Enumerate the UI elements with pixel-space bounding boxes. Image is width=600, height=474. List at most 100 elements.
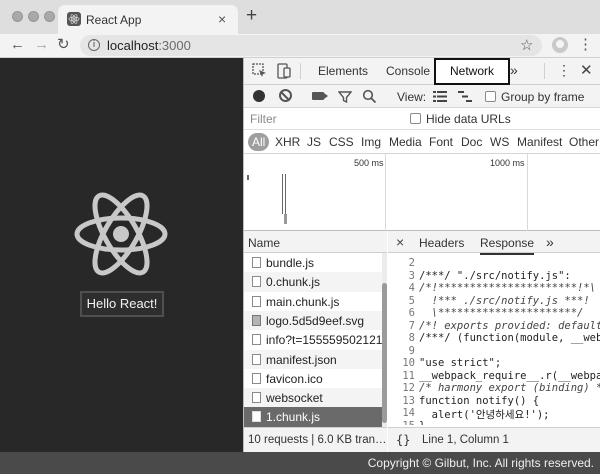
browser-menu-icon[interactable]: ⋮ — [578, 35, 593, 55]
group-by-frame-label: Group by frame — [501, 90, 585, 104]
code-line: 14 alert('안녕하세요!'); — [402, 407, 550, 421]
url-text: localhost:3000 — [107, 38, 191, 53]
code-line: 11 __webpack_require__.r(__webpa — [402, 369, 600, 382]
page-viewport: Hello React! — [0, 58, 243, 452]
inspect-element-icon[interactable] — [252, 63, 268, 79]
code-line: 3/***/ "./src/notify.js": — [408, 269, 571, 282]
clear-icon[interactable] — [279, 89, 292, 102]
tab-title: React App — [86, 13, 142, 27]
more-detail-tabs-icon[interactable]: » — [546, 234, 554, 250]
scrollbar-thumb[interactable] — [382, 283, 387, 423]
tab-console[interactable]: Console — [386, 64, 430, 78]
react-favicon-icon — [67, 12, 81, 26]
request-row[interactable]: manifest.json — [244, 349, 382, 369]
detail-tabbar: × Headers Response » — [388, 231, 600, 255]
request-row-selected[interactable]: 1.chunk.js — [244, 407, 382, 427]
request-row[interactable]: main.chunk.js — [244, 292, 382, 311]
filter-bar: Filter Hide data URLs — [244, 108, 600, 130]
address-bar[interactable]: i localhost:3000 ☆ — [80, 35, 542, 56]
type-filter-img[interactable]: Img — [361, 135, 381, 149]
request-row[interactable]: logo.5d5d9eef.svg — [244, 310, 382, 331]
file-icon — [252, 392, 261, 404]
copyright-banner: Copyright © Gilbut, Inc. All rights rese… — [0, 452, 600, 474]
bookmark-star-icon[interactable]: ☆ — [520, 36, 533, 54]
name-column-header[interactable]: Name — [244, 231, 387, 253]
new-tab-button[interactable]: + — [246, 6, 257, 26]
back-button[interactable]: ← — [10, 35, 25, 55]
timeline-label-500ms: 500 ms — [354, 158, 384, 168]
copyright-text: Copyright © Gilbut, Inc. All rights rese… — [367, 456, 594, 470]
devtools-tabbar: Elements Console Network » ⋮ ✕ — [244, 58, 600, 85]
network-timeline-overview[interactable]: 500 ms 1000 ms — [244, 154, 600, 231]
search-icon[interactable] — [362, 89, 377, 104]
code-line: 2 — [408, 257, 415, 269]
tab-close-icon[interactable]: × — [218, 11, 226, 27]
filter-input[interactable]: Filter — [248, 111, 374, 128]
type-filter-media[interactable]: Media — [389, 135, 422, 149]
code-line: 8/***/ (function(module, __web — [408, 332, 600, 344]
type-filter-manifest[interactable]: Manifest — [517, 135, 562, 149]
request-list-scrollbar[interactable] — [382, 253, 387, 427]
type-filter-doc[interactable]: Doc — [461, 135, 482, 149]
code-line: 5 !*** ./src/notify.js ***! — [408, 294, 590, 307]
code-line: 9 — [408, 344, 415, 357]
type-filter-css[interactable]: CSS — [329, 135, 354, 149]
response-code-view[interactable]: 2 3/***/ "./src/notify.js": 4/*!********… — [388, 257, 600, 425]
profile-avatar[interactable] — [552, 37, 568, 53]
hello-react-button[interactable]: Hello React! — [80, 291, 164, 317]
tab-elements[interactable]: Elements — [318, 64, 368, 78]
timeline-label-1000ms: 1000 ms — [490, 158, 525, 168]
hide-data-urls-checkbox[interactable] — [410, 113, 421, 124]
window-close-light[interactable] — [12, 11, 23, 22]
file-icon — [252, 276, 261, 288]
type-filter-all[interactable]: All — [248, 133, 270, 151]
screenshot-camera-icon[interactable] — [312, 92, 328, 100]
resource-type-filter: All XHR JS CSS Img Media Font Doc WS Man… — [244, 130, 600, 154]
waterfall-overview-icon[interactable] — [458, 91, 472, 102]
image-icon — [252, 314, 261, 326]
reload-button[interactable]: ↻ — [57, 35, 70, 55]
file-icon — [252, 372, 261, 384]
type-filter-js[interactable]: JS — [307, 135, 321, 149]
request-row[interactable]: 0.chunk.js — [244, 272, 382, 292]
code-line: 4/*!**********************!*\ — [408, 282, 597, 294]
tab-headers[interactable]: Headers — [419, 236, 464, 250]
window-zoom-light[interactable] — [44, 11, 55, 22]
browser-toolbar: ← → ↻ i localhost:3000 ☆ ⋮ — [0, 34, 600, 58]
timeline-request-mark — [285, 174, 286, 214]
request-row[interactable]: info?t=1555595021217 — [244, 330, 387, 349]
code-line: 13 function notify() { — [402, 394, 540, 407]
type-filter-other[interactable]: Other — [569, 135, 599, 149]
site-info-icon[interactable]: i — [88, 39, 100, 51]
network-toolbar: View: Group by frame — [244, 85, 600, 108]
devtools-menu-icon[interactable]: ⋮ — [557, 62, 571, 79]
record-icon[interactable] — [253, 90, 265, 102]
timeline-request-mark — [282, 174, 283, 214]
file-icon — [252, 411, 261, 423]
type-filter-font[interactable]: Font — [429, 135, 453, 149]
more-tabs-icon[interactable]: » — [510, 62, 518, 78]
close-detail-icon[interactable]: × — [396, 234, 404, 250]
tab-response[interactable]: Response — [480, 236, 535, 255]
toolbar-divider — [544, 63, 545, 79]
timeline-request-mark — [247, 175, 249, 180]
request-row[interactable]: websocket — [244, 388, 382, 408]
browser-tab[interactable]: React App × — [58, 5, 238, 34]
timeline-gridline — [527, 154, 528, 231]
type-filter-xhr[interactable]: XHR — [275, 135, 300, 149]
type-filter-ws[interactable]: WS — [490, 135, 509, 149]
group-by-frame-checkbox[interactable] — [485, 91, 496, 102]
window-minimize-light[interactable] — [28, 11, 39, 22]
request-row[interactable]: bundle.js — [244, 253, 382, 272]
forward-button[interactable]: → — [34, 35, 49, 55]
tab-network[interactable]: Network — [434, 58, 510, 85]
device-toolbar-icon[interactable] — [276, 63, 292, 79]
response-pane: × Headers Response » 2 3/***/ "./src/not… — [388, 231, 600, 452]
timeline-gridline — [385, 154, 386, 231]
request-row[interactable]: favicon.ico — [244, 369, 382, 388]
toolbar-divider — [300, 63, 301, 79]
large-rows-icon[interactable] — [433, 91, 447, 102]
pretty-print-icon[interactable]: {} — [396, 433, 410, 447]
filter-funnel-icon[interactable] — [338, 90, 352, 104]
devtools-close-icon[interactable]: ✕ — [580, 61, 593, 79]
